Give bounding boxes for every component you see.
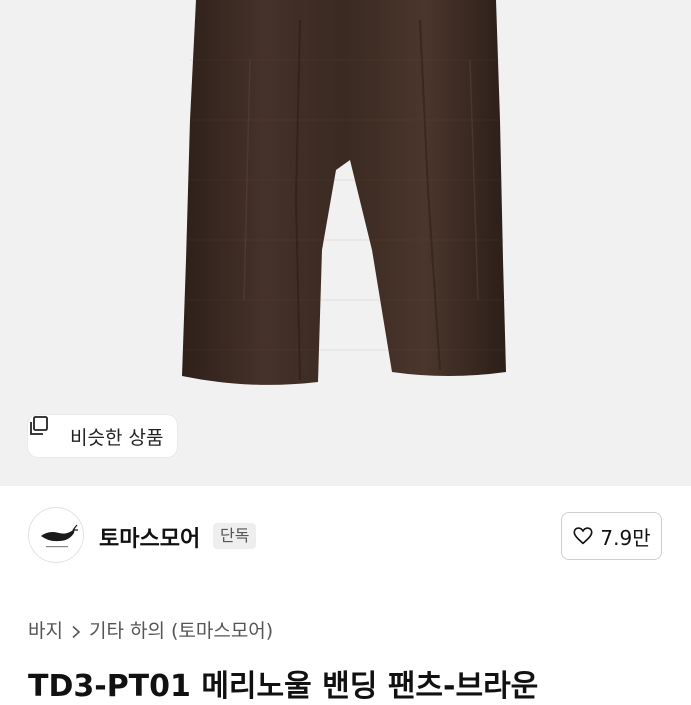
seller-name[interactable]: 토마스모어 (99, 521, 200, 553)
like-count: 7.9만 (600, 525, 651, 550)
similar-items-icon (30, 416, 64, 447)
product-image[interactable]: 비슷한 상품 (0, 0, 691, 486)
exclusive-badge: 단독 (213, 523, 257, 549)
product-title: TD3-PT01 메리노울 밴딩 팬츠-브라운 (28, 669, 539, 704)
whale-logo-icon (41, 524, 78, 548)
seller-row: 토마스모어 단독 7.9만 (0, 487, 691, 587)
breadcrumb: 바지 기타 하의 (토마스모어) (28, 615, 273, 643)
seller-avatar[interactable] (28, 507, 84, 563)
like-button[interactable]: 7.9만 (561, 512, 662, 560)
pants-photo (182, 0, 506, 385)
chevron-right-icon (71, 622, 81, 639)
heart-icon (572, 525, 594, 547)
breadcrumb-item-other-bottoms[interactable]: 기타 하의 (토마스모어) (89, 616, 273, 643)
breadcrumb-item-pants[interactable]: 바지 (28, 616, 63, 643)
similar-products-button[interactable]: 비슷한 상품 (28, 415, 178, 457)
similar-products-label: 비슷한 상품 (70, 426, 164, 449)
